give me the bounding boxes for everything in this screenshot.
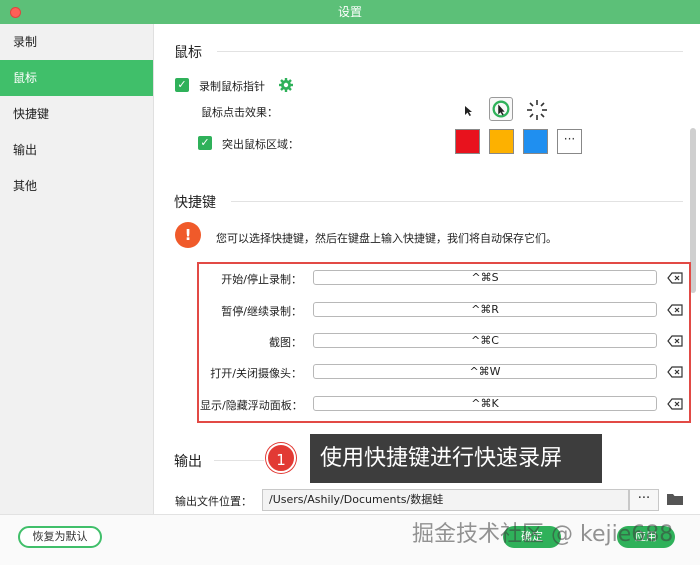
reset-default-button[interactable]: 恢复为默认 bbox=[18, 526, 102, 548]
hotkey-label: 截图： bbox=[269, 336, 302, 349]
output-location-label: 输出文件位置： bbox=[175, 495, 252, 508]
hotkeys-info-text: 您可以选择快捷键，然后在键盘上输入快捷键，我们将自动保存它们。 bbox=[216, 232, 557, 245]
record-pointer-label: 录制鼠标指针 bbox=[199, 80, 265, 93]
clear-icon[interactable] bbox=[667, 398, 683, 410]
color-swatch-red[interactable] bbox=[455, 129, 480, 154]
click-burst-effect-icon[interactable] bbox=[525, 98, 549, 122]
color-swatch-yellow[interactable] bbox=[489, 129, 514, 154]
highlight-area-checkbox[interactable]: ✓ bbox=[198, 136, 212, 150]
sidebar-item-other[interactable]: 其他 bbox=[0, 168, 153, 204]
watermark: 掘金技术社区 @ kejie688 bbox=[412, 522, 674, 547]
clear-icon[interactable] bbox=[667, 366, 683, 378]
record-pointer-checkbox[interactable]: ✓ bbox=[175, 78, 189, 92]
clear-icon[interactable] bbox=[667, 335, 683, 347]
output-path-field[interactable]: /Users/Ashily/Documents/数据蛙 bbox=[262, 489, 629, 511]
more-colors-button[interactable]: ··· bbox=[557, 129, 582, 154]
browse-button[interactable]: ··· bbox=[629, 489, 659, 511]
hotkey-field-start-stop[interactable]: ^⌘S bbox=[313, 270, 657, 285]
sidebar-item-label: 其他 bbox=[13, 179, 38, 193]
highlight-area-label: 突出鼠标区域： bbox=[222, 138, 299, 151]
hotkey-field-floating-panel[interactable]: ^⌘K bbox=[313, 396, 657, 411]
click-ripple-effect-icon[interactable] bbox=[489, 97, 513, 121]
warning-icon: ! bbox=[175, 222, 201, 248]
folder-icon[interactable] bbox=[666, 492, 684, 506]
click-effect-label: 鼠标点击效果： bbox=[201, 106, 278, 119]
section-divider bbox=[217, 51, 683, 52]
sidebar: 录制 鼠标 快捷键 输出 其他 bbox=[0, 24, 154, 514]
output-section-title: 输出 bbox=[174, 454, 202, 470]
sidebar-item-label: 快捷键 bbox=[13, 107, 50, 121]
mouse-section-title: 鼠标 bbox=[174, 45, 202, 61]
step-number-badge: 1 bbox=[266, 443, 296, 473]
section-divider bbox=[214, 460, 264, 461]
hotkey-field-screenshot[interactable]: ^⌘C bbox=[313, 333, 657, 348]
hotkey-field-camera[interactable]: ^⌘W bbox=[313, 364, 657, 379]
section-divider bbox=[231, 201, 683, 202]
hotkey-field-pause-resume[interactable]: ^⌘R bbox=[313, 302, 657, 317]
sidebar-item-label: 输出 bbox=[13, 143, 38, 157]
cursor-arrow-icon[interactable] bbox=[461, 103, 477, 119]
hotkey-label: 暂停/继续录制： bbox=[221, 305, 302, 318]
sidebar-item-label: 鼠标 bbox=[13, 71, 38, 85]
clear-icon[interactable] bbox=[667, 304, 683, 316]
hotkey-label: 显示/隐藏浮动面板： bbox=[200, 399, 303, 412]
sidebar-item-record[interactable]: 录制 bbox=[0, 24, 153, 60]
gear-icon[interactable] bbox=[278, 77, 294, 93]
title-bar: 设置 bbox=[0, 0, 700, 24]
sidebar-item-output[interactable]: 输出 bbox=[0, 132, 153, 168]
hotkey-label: 开始/停止录制： bbox=[221, 273, 302, 286]
sidebar-item-hotkeys[interactable]: 快捷键 bbox=[0, 96, 153, 132]
window-title: 设置 bbox=[337, 5, 362, 19]
hotkeys-section-title: 快捷键 bbox=[174, 195, 216, 211]
hotkey-label: 打开/关闭摄像头： bbox=[210, 367, 302, 380]
color-swatch-blue[interactable] bbox=[523, 129, 548, 154]
sidebar-item-mouse[interactable]: 鼠标 bbox=[0, 60, 153, 96]
annotation-callout: 使用快捷键进行快速录屏 bbox=[310, 434, 602, 483]
clear-icon[interactable] bbox=[667, 272, 683, 284]
close-window-button[interactable] bbox=[10, 7, 21, 18]
sidebar-item-label: 录制 bbox=[13, 35, 38, 49]
